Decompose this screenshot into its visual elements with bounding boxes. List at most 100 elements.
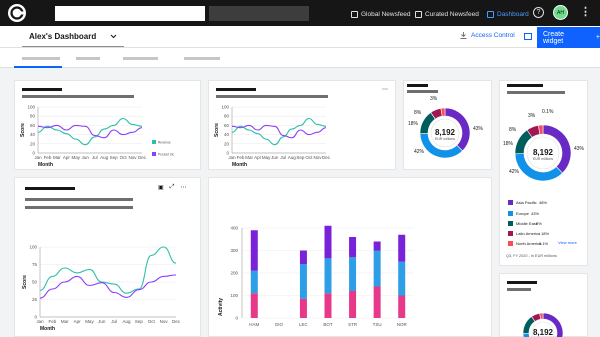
dashboard-selector[interactable]: Alex's Dashboard xyxy=(22,26,124,47)
x-tick-label: Jan xyxy=(228,155,236,160)
more-menu-icon[interactable]: ⋮ xyxy=(580,4,591,20)
widget-menu[interactable]: ⋯ xyxy=(382,86,388,93)
donut-label: 18% xyxy=(408,121,419,127)
x-tick-label: TSU xyxy=(373,322,382,327)
x-tick-label: Dec xyxy=(138,155,147,160)
legend-item: Latin America xyxy=(508,230,540,236)
x-tick-label: Oct xyxy=(305,155,313,160)
access-control-button[interactable]: Access Control xyxy=(460,32,515,39)
nav-global-newsfeed[interactable]: Global Newsfeed xyxy=(351,8,411,20)
export-icon[interactable]: ▣ xyxy=(158,184,164,191)
y-tick-label: 0 xyxy=(235,316,238,321)
legend-item: Middle East xyxy=(508,220,537,226)
curated-icon xyxy=(415,10,422,18)
widget-subtitle-placeholder xyxy=(507,91,565,94)
legend-value: 0.1% xyxy=(539,241,549,246)
app-logo-icon[interactable] xyxy=(7,3,27,23)
x-tick-label: Aug xyxy=(288,155,297,160)
widget-actions: ▣ ⤢ ⋯ xyxy=(158,184,186,191)
x-tick-label: Apr xyxy=(74,319,82,324)
x-tick-label: Mar xyxy=(53,155,61,160)
donut-center-value: 8,192 xyxy=(533,328,554,337)
donut-center-value: 8,192 xyxy=(435,128,456,137)
line-chart-3: 0255075100Jan Feb Mar Apr May Jun Jul Aug Sep Oct… xyxy=(22,245,181,333)
y-tick-label: 100 xyxy=(27,105,35,110)
tab-3[interactable] xyxy=(123,57,158,60)
widget-subtitle-placeholder xyxy=(216,95,328,98)
donut-label: 3% xyxy=(430,96,438,102)
create-widget-button[interactable]: Create widget + xyxy=(537,27,600,48)
widget-title-placeholder xyxy=(507,84,543,87)
donut-center-sub: EUR millions xyxy=(533,157,553,161)
legend-value: 43% xyxy=(531,211,540,216)
series-line xyxy=(39,274,177,299)
bar-segment xyxy=(324,225,332,259)
more-icon[interactable]: ⋯ xyxy=(382,86,388,93)
y-tick-label: 60 xyxy=(30,123,36,128)
avatar[interactable]: AH xyxy=(553,5,568,20)
bar-segment xyxy=(373,241,381,251)
search-scope-input[interactable] xyxy=(209,6,309,21)
help-icon[interactable]: ? xyxy=(533,7,544,18)
x-tick-label: Jun xyxy=(82,155,90,160)
stacked-bar-chart: 0 100 200 300 400 Activity HAM GIO LEC BOT STR TSU N… xyxy=(218,225,414,327)
nav-curated-newsfeed[interactable]: Curated Newsfeed xyxy=(415,8,479,20)
x-axis-title: Month xyxy=(232,162,247,168)
plus-icon: + xyxy=(595,34,600,41)
legend-label: Product Inc xyxy=(158,153,175,157)
x-tick-label: Jun xyxy=(271,155,279,160)
x-axis-title: Month xyxy=(40,326,55,332)
expand-icon[interactable]: ⤢ xyxy=(170,184,175,191)
x-tick-label: Dec xyxy=(322,155,331,160)
bar-segment xyxy=(299,298,307,318)
view-more-link[interactable]: View more xyxy=(558,240,577,245)
download-icon xyxy=(460,32,467,39)
y-tick-label: 100 xyxy=(230,293,238,298)
tab-4[interactable] xyxy=(184,57,220,60)
donut-label: 43% xyxy=(574,146,585,152)
y-axis-title: Score xyxy=(214,123,220,137)
y-tick-label: 300 xyxy=(230,248,238,253)
bar-segment xyxy=(373,250,381,287)
y-tick-label: 75 xyxy=(32,262,38,267)
x-tick-label: Nov xyxy=(313,155,322,160)
widget-title-placeholder xyxy=(216,88,256,91)
search-input[interactable] xyxy=(55,6,205,21)
chevron-down-icon xyxy=(110,34,117,38)
x-tick-label: Aug xyxy=(123,319,132,324)
donut-chart-2: 8,192EUR millions 3% 0.1% 8% 18% 42% 43% xyxy=(503,109,585,182)
legend-item: Asia Pacific xyxy=(508,199,537,205)
tab-1[interactable] xyxy=(22,57,60,60)
widget-title-placeholder xyxy=(22,88,62,91)
x-tick-label: Jan xyxy=(36,319,44,324)
legend-swatch xyxy=(508,210,513,216)
x-tick-label: Sep xyxy=(135,319,144,324)
x-tick-label: May xyxy=(72,155,81,160)
legend-swatch xyxy=(508,199,513,205)
tab-2[interactable] xyxy=(76,57,100,60)
x-tick-label: Jul xyxy=(280,155,286,160)
y-axis-title: Activity xyxy=(218,298,224,316)
x-tick-label: Oct xyxy=(148,319,156,324)
legend-footnote: Q3, FY 2020 - In EUR millions xyxy=(506,254,557,258)
share-icon[interactable] xyxy=(524,33,532,40)
bar-segment xyxy=(398,295,406,318)
y-tick-label: 60 xyxy=(224,123,230,128)
x-tick-label: Feb xyxy=(44,155,52,160)
series-line xyxy=(39,246,177,294)
y-tick-label: 200 xyxy=(230,271,238,276)
bar-segment xyxy=(349,291,357,318)
y-tick-label: 100 xyxy=(29,245,37,250)
x-tick-label: BOT xyxy=(323,322,333,327)
legend-value: 8% xyxy=(536,221,542,226)
more-icon[interactable]: ⋯ xyxy=(180,184,186,191)
nav-dashboard[interactable]: Dashboard xyxy=(487,8,529,20)
donut-chart-3: 8,192EUR millions xyxy=(522,312,564,337)
donut-label: 8% xyxy=(414,110,422,116)
donut-label: 0.1% xyxy=(542,109,554,115)
line-chart-2: 020406080100Jan Feb Mar Apr May Jun Jul Aug Sep O… xyxy=(214,105,331,169)
y-axis-title: Score xyxy=(22,275,28,289)
y-tick-label: 80 xyxy=(30,114,36,119)
y-tick-label: 40 xyxy=(30,132,36,137)
x-axis-title: Month xyxy=(38,162,53,168)
